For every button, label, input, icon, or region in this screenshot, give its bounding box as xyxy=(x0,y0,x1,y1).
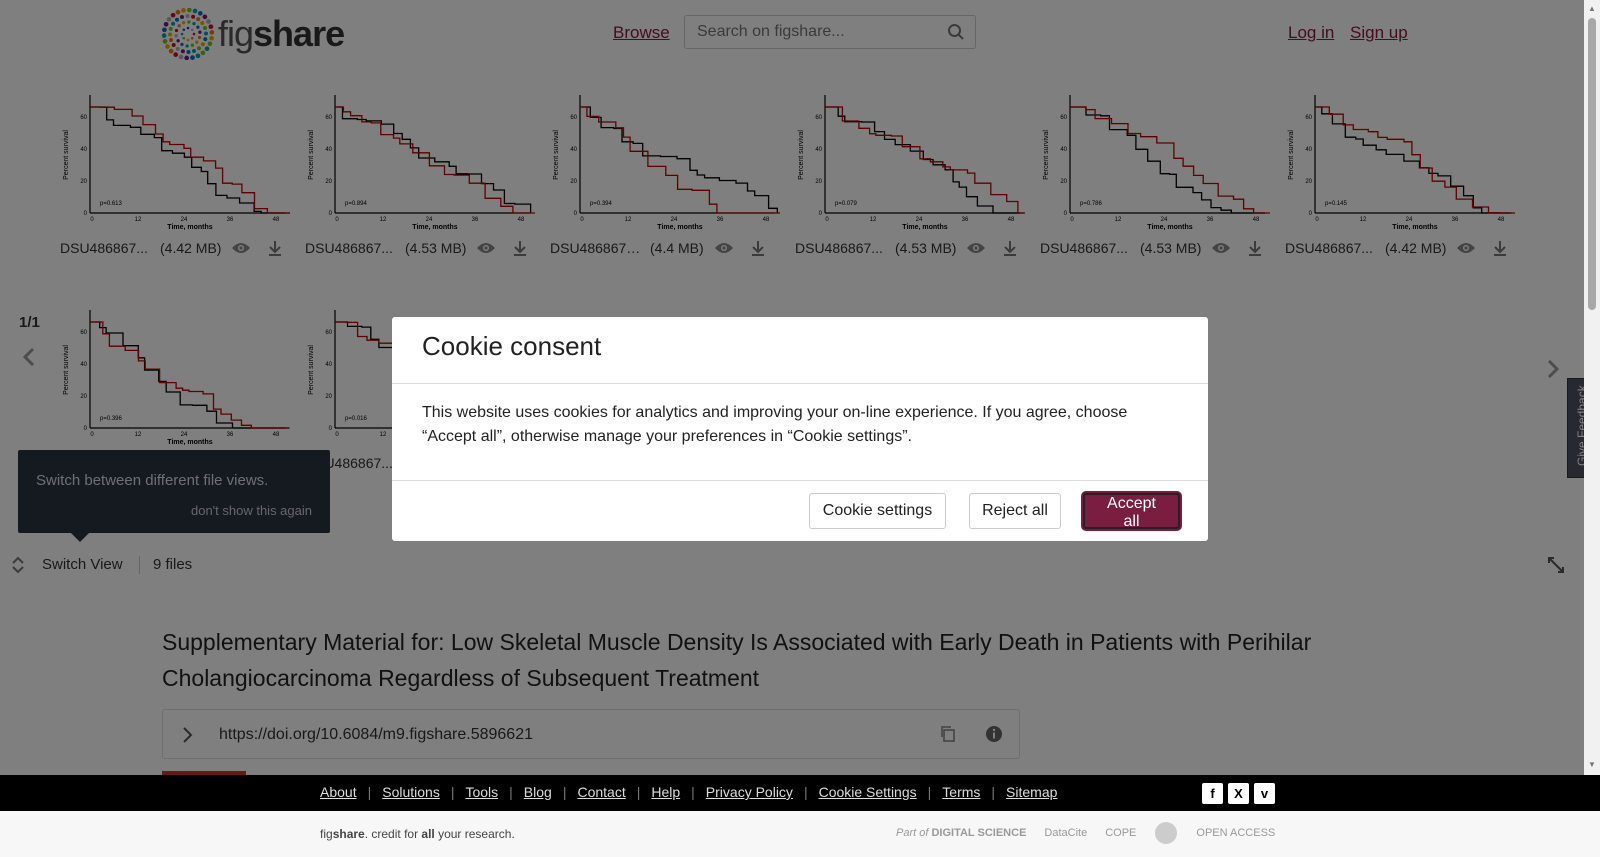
footer-tagline: figshare. credit for all your research. xyxy=(320,827,515,841)
footer-separator: | xyxy=(991,784,996,800)
scroll-up-arrow-icon[interactable]: ▲ xyxy=(1588,4,1596,13)
footer-link-blog[interactable]: Blog xyxy=(524,784,552,800)
footer-bottom: figshare. credit for all your research. … xyxy=(0,811,1600,857)
open-access-logo[interactable]: OPEN ACCESS xyxy=(1196,827,1275,839)
footer-separator: | xyxy=(927,784,932,800)
cookie-dialog-title: Cookie consent xyxy=(422,331,602,361)
footer-links-bar: About | Solutions | Tools | Blog | Contact | Help |… xyxy=(0,775,1600,811)
footer-separator: | xyxy=(367,784,372,800)
footer-separator: | xyxy=(691,784,695,800)
footer-link-privacy-policy[interactable]: Privacy Policy xyxy=(706,784,793,800)
footer-separator: | xyxy=(803,784,808,800)
accept-all-button[interactable]: Accept all xyxy=(1083,493,1180,530)
footer-link-terms[interactable]: Terms xyxy=(942,784,980,800)
social-links: f X v xyxy=(1202,783,1275,804)
vertical-scrollbar[interactable]: ▲ ▼ xyxy=(1584,0,1600,775)
scroll-down-arrow-icon[interactable]: ▼ xyxy=(1588,760,1596,769)
partner-logos: Part of DIGITAL SCIENCE DataCite COPE OP… xyxy=(896,821,1275,845)
dialog-divider xyxy=(392,480,1208,481)
x-twitter-icon[interactable]: X xyxy=(1228,783,1249,804)
page: figshare Browse Log in Sign up Percent s… xyxy=(0,0,1600,857)
datacite-logo[interactable]: DataCite xyxy=(1044,827,1087,839)
globe-logo-icon[interactable] xyxy=(1154,821,1178,845)
footer-link-sitemap[interactable]: Sitemap xyxy=(1006,784,1057,800)
footer-separator: | xyxy=(450,784,455,800)
facebook-icon[interactable]: f xyxy=(1202,783,1223,804)
digital-science-logo[interactable]: Part of DIGITAL SCIENCE xyxy=(896,827,1026,839)
vimeo-icon[interactable]: v xyxy=(1254,783,1275,804)
footer-link-help[interactable]: Help xyxy=(651,784,680,800)
footer-nav: About | Solutions | Tools | Blog | Contact | Help |… xyxy=(320,784,1057,800)
footer-link-cookie-settings[interactable]: Cookie Settings xyxy=(819,784,917,800)
cookie-settings-button[interactable]: Cookie settings xyxy=(809,493,946,529)
dialog-divider xyxy=(392,383,1208,384)
cookie-consent-dialog: Cookie consent This website uses cookies… xyxy=(392,317,1208,541)
footer-link-solutions[interactable]: Solutions xyxy=(382,784,440,800)
reject-all-button[interactable]: Reject all xyxy=(969,493,1061,529)
footer-link-tools[interactable]: Tools xyxy=(465,784,498,800)
footer-separator: | xyxy=(562,784,567,800)
cope-logo[interactable]: COPE xyxy=(1105,827,1136,839)
footer-separator: | xyxy=(509,784,513,800)
cookie-dialog-body: This website uses cookies for analytics … xyxy=(422,404,1128,445)
scrollbar-thumb[interactable] xyxy=(1588,18,1596,310)
footer-separator: | xyxy=(636,784,641,800)
footer-link-about[interactable]: About xyxy=(320,784,357,800)
footer-link-contact[interactable]: Contact xyxy=(577,784,625,800)
